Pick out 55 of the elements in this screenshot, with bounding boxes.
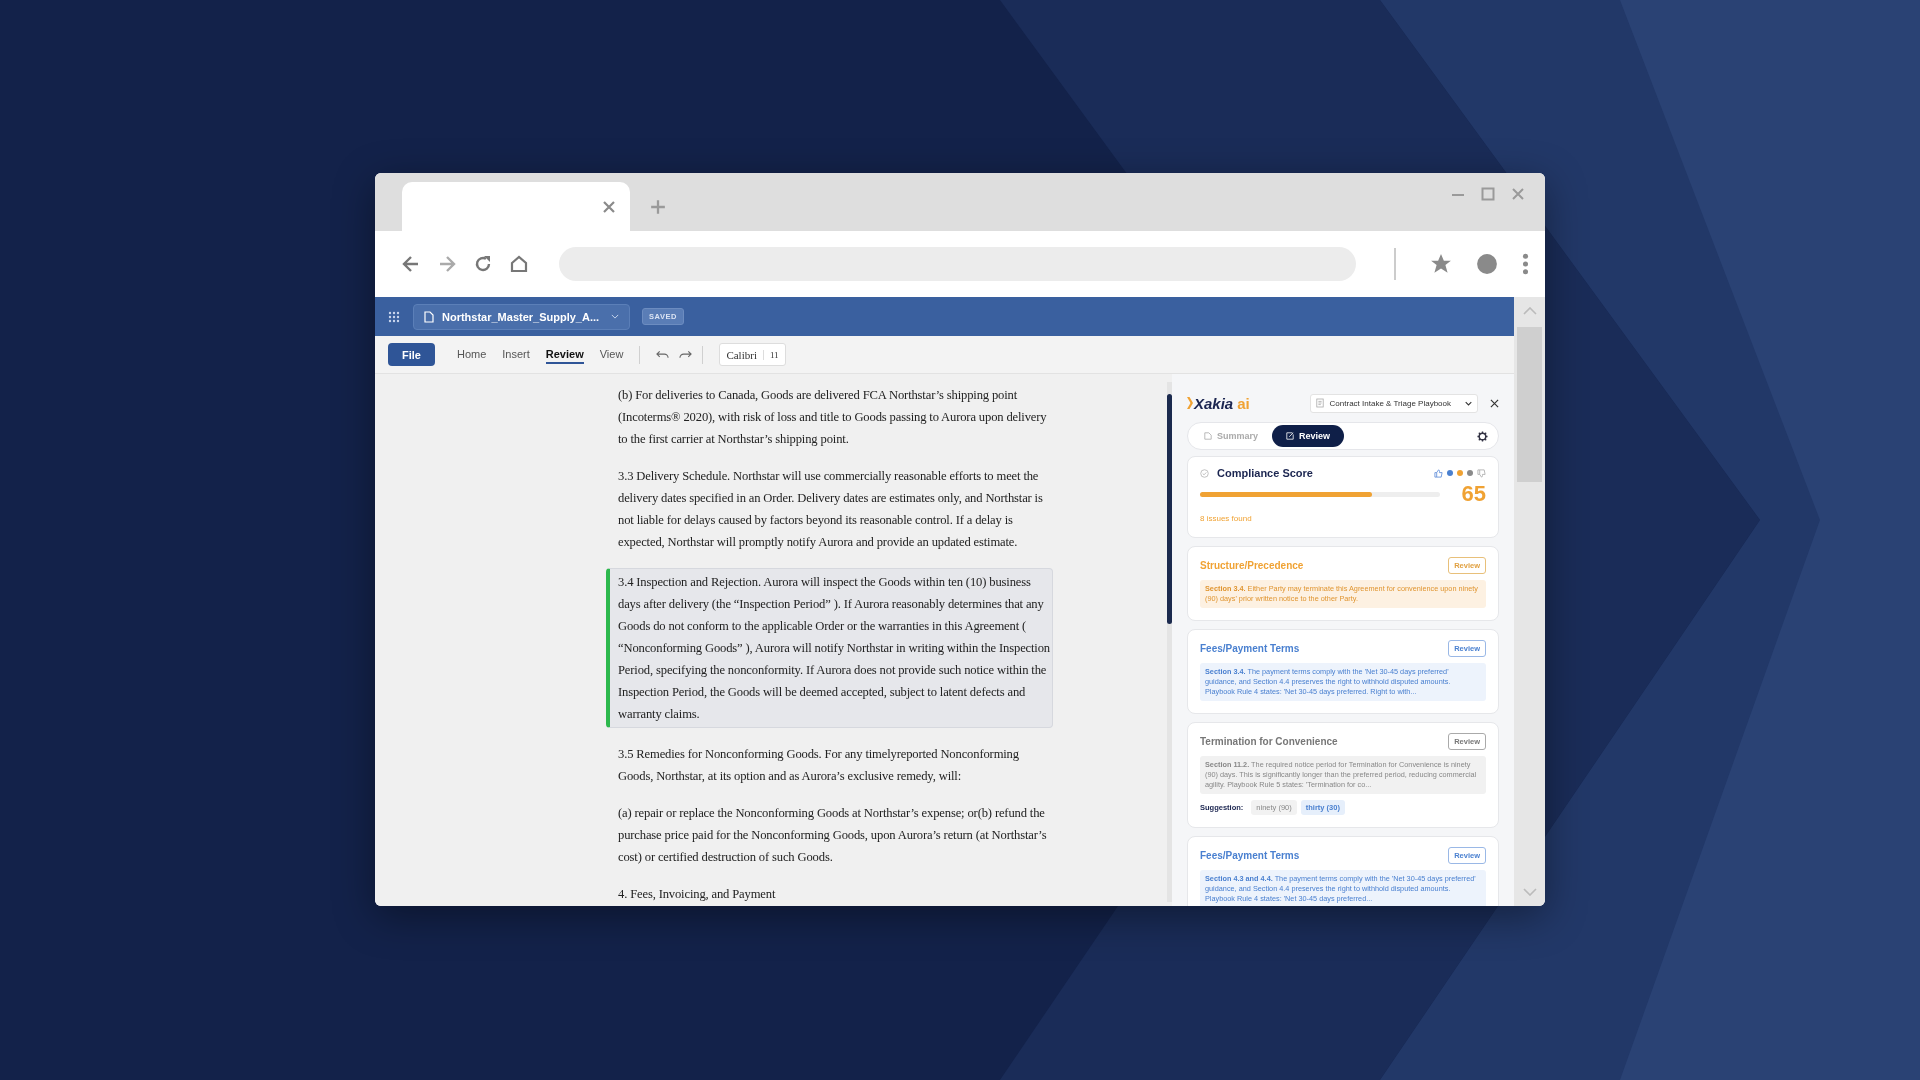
home-icon[interactable] bbox=[509, 254, 529, 274]
logo-suffix: ai bbox=[1237, 394, 1250, 412]
document-icon bbox=[424, 310, 434, 323]
scroll-down-icon[interactable] bbox=[1522, 888, 1537, 896]
playbook-label: Contract Intake & Triage Playbook bbox=[1329, 398, 1451, 408]
redo-icon[interactable] bbox=[679, 349, 693, 360]
settings-icon[interactable] bbox=[1477, 430, 1488, 442]
font-size-field[interactable]: 11 bbox=[762, 349, 785, 360]
font-family-field[interactable]: Calibri bbox=[720, 348, 763, 361]
issue-title: Fees/Payment Terms bbox=[1200, 850, 1300, 861]
issue-title: Structure/Precedence bbox=[1200, 560, 1304, 571]
paragraph: (a) repair or replace the Nonconforming Goods at Northstar’s expense; or(b) refund the purchase price paid for the Nonconforming Goods, upon Aurora’s return (at Northstar’s cost) or certified destruction of such Goods. bbox=[617, 805, 1048, 866]
scroll-up-icon[interactable] bbox=[1522, 307, 1537, 315]
file-button[interactable]: File bbox=[388, 343, 435, 366]
scrollbar[interactable] bbox=[1514, 297, 1545, 906]
playbook-dropdown[interactable]: Contract Intake & Triage Playbook bbox=[1309, 393, 1478, 413]
star-icon[interactable] bbox=[1430, 253, 1452, 275]
check-circle-icon bbox=[1200, 468, 1209, 478]
document-name-button[interactable]: Northstar_Master_Supply_A... bbox=[413, 303, 631, 330]
new-tab-icon[interactable] bbox=[650, 199, 666, 215]
paragraph: (b) For deliveries to Canada, Goods are delivered FCA Northstar’s shipping point (Incoterms® 2020), with risk of loss and title to Goods passing to Aurora upon delivery to the first carrier at Northstar’s shipping point. bbox=[617, 387, 1048, 448]
back-icon[interactable] bbox=[401, 254, 421, 274]
panel-tab[interactable]: Review bbox=[1272, 425, 1345, 447]
highlighted-paragraph: 3.4 Inspection and Rejection. Aurora will inspect the Goods within ten (10) business days after delivery (the “Inspection Period” ). If Aurora reasonably determines that any Goods do not conform to the applicable Order or the warranties in this Agreement ( “Nonconforming Goods” ), Aurora will notify Northstar in writing within the Inspection Period, specifying the nonconformity. If Aurora does not provide such notice within the Inspection Period, the Goods will be deemed accepted, subject to latent defects and warranty claims. bbox=[606, 568, 1053, 728]
score-value: 65 bbox=[1461, 481, 1486, 507]
scrollbar[interactable] bbox=[1167, 382, 1172, 902]
reload-icon[interactable] bbox=[473, 254, 493, 274]
document-icon bbox=[1204, 432, 1212, 440]
score-title: Compliance Score bbox=[1217, 467, 1313, 479]
paragraph: 3.5 Remedies for Nonconforming Goods. For any timelyreported Nonconforming Goods, Northstar, at its option and as Aurora’s exclusive remedy, will: bbox=[617, 746, 1020, 785]
logo-text: Xakia bbox=[1194, 394, 1234, 412]
menu-tab[interactable]: Home bbox=[456, 345, 487, 364]
document-icon bbox=[1315, 398, 1324, 408]
forward-icon[interactable] bbox=[437, 254, 457, 274]
caret-icon bbox=[611, 314, 620, 319]
paragraph: 3.3 Delivery Schedule. Northstar will use commercially reasonable efforts to meet the delivery dates specified in an Order. Delivery dates are estimates only, and Northstar is not liable for delays caused by factors beyond its reasonable control. If a delay is expected, Northstar will promptly notify Aurora and provide an updated estimate. bbox=[617, 468, 1044, 551]
paragraph: 4. Fees, Invoicing, and Payment bbox=[617, 886, 777, 903]
menu-tab[interactable]: Insert bbox=[502, 345, 530, 364]
chevron-down-icon bbox=[1465, 400, 1472, 406]
thumbs-up-icon[interactable] bbox=[1434, 468, 1443, 478]
edit-icon bbox=[1286, 432, 1295, 440]
issue-title: Fees/Payment Terms bbox=[1200, 643, 1300, 654]
undo-icon[interactable] bbox=[656, 349, 670, 360]
menu-icon[interactable] bbox=[1522, 253, 1529, 275]
scrollbar-thumb[interactable] bbox=[1167, 394, 1172, 624]
close-icon[interactable] bbox=[1490, 398, 1499, 408]
apps-grid-icon[interactable] bbox=[388, 310, 400, 323]
issues-count: 8 issues found bbox=[1200, 514, 1252, 523]
avatar-icon[interactable] bbox=[1476, 253, 1498, 275]
maximize-icon[interactable] bbox=[1481, 187, 1495, 201]
menu-tab[interactable]: View bbox=[599, 345, 624, 364]
logo-chevron-icon bbox=[1187, 397, 1193, 409]
issue-title: Termination for Convenience bbox=[1200, 736, 1338, 747]
thumbs-down-icon[interactable] bbox=[1477, 468, 1486, 478]
menu-tab[interactable]: Review bbox=[545, 345, 584, 364]
